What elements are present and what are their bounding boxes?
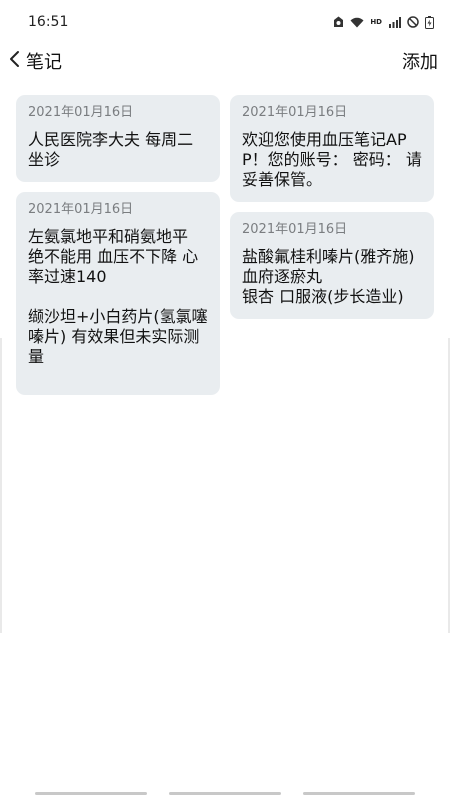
- notes-column-right: 2021年01月16日 欢迎您使用血压笔记APP！您的账号： 密码： 请妥善保管…: [230, 95, 434, 319]
- gesture-handle: [35, 792, 147, 795]
- chevron-left-icon: [8, 50, 20, 72]
- note-date: 2021年01月16日: [242, 222, 348, 237]
- left-edge-divider: [0, 338, 2, 633]
- note-date: 2021年01月16日: [242, 105, 348, 120]
- note-text: 盐酸氟桂利嗪片(雅齐施) 血府逐瘀丸 银杏 口服液(步长造业): [242, 247, 415, 306]
- add-button[interactable]: 添加: [402, 48, 438, 74]
- bottom-gesture-bar: [0, 786, 450, 800]
- status-bar: 16:51 HD: [0, 0, 450, 44]
- do-not-disturb-icon: [407, 16, 419, 28]
- page-title: 笔记: [26, 52, 62, 73]
- note-card[interactable]: 2021年01月16日 欢迎您使用血压笔记APP！您的账号： 密码： 请妥善保管…: [230, 95, 434, 202]
- status-icons: HD: [333, 15, 434, 29]
- gesture-handle: [169, 792, 281, 795]
- note-card[interactable]: 2021年01月16日 人民医院李大夫 每周二坐诊: [16, 95, 220, 182]
- battery-icon: [425, 15, 434, 29]
- wifi-icon: [350, 16, 364, 28]
- hd-icon: HD: [370, 18, 382, 26]
- signal-icon: [388, 16, 401, 28]
- status-time: 16:51: [28, 14, 69, 30]
- note-card[interactable]: 2021年01月16日 盐酸氟桂利嗪片(雅齐施) 血府逐瘀丸 银杏 口服液(步长…: [230, 212, 434, 319]
- note-date: 2021年01月16日: [28, 105, 134, 120]
- gesture-handle: [303, 792, 415, 795]
- nav-bar: 笔记 添加: [0, 44, 450, 78]
- note-date: 2021年01月16日: [28, 202, 134, 217]
- note-text: 欢迎您使用血压笔记APP！您的账号： 密码： 请妥善保管。: [242, 130, 422, 189]
- note-text: 人民医院李大夫 每周二坐诊: [28, 130, 194, 169]
- notes-column-left: 2021年01月16日 人民医院李大夫 每周二坐诊 2021年01月16日 左氨…: [16, 95, 220, 395]
- note-text: 左氨氯地平和硝氨地平 绝不能用 血压不下降 心率过速140 缬沙坦+小白药片(氢…: [28, 227, 208, 366]
- notification-icon: [333, 16, 344, 28]
- back-button[interactable]: 笔记: [8, 48, 62, 74]
- note-card[interactable]: 2021年01月16日 左氨氯地平和硝氨地平 绝不能用 血压不下降 心率过速14…: [16, 192, 220, 395]
